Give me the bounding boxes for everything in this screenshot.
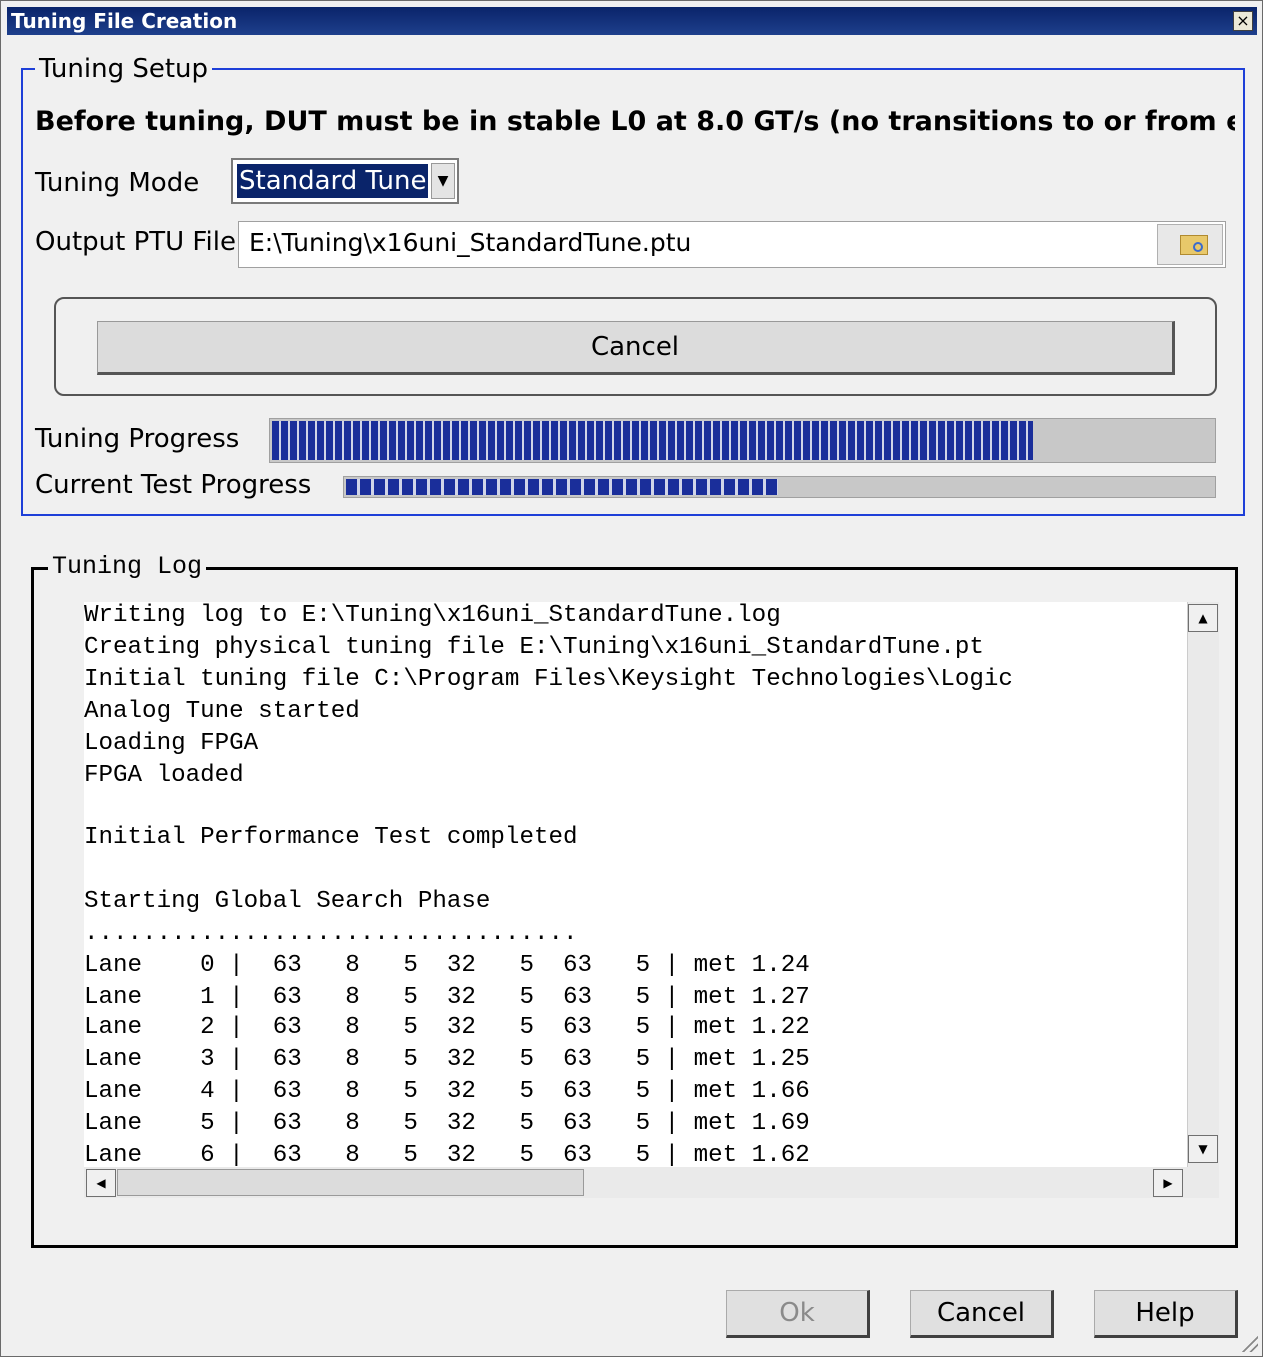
log-line: Starting Global Search Phase [84, 888, 491, 915]
vertical-scrollbar[interactable]: ▲ ▼ [1187, 602, 1219, 1167]
log-line: FPGA loaded [84, 762, 244, 789]
scroll-up-icon[interactable]: ▲ [1188, 604, 1218, 632]
scroll-right-icon[interactable]: ▶ [1153, 1169, 1183, 1197]
tuning-mode-value: Standard Tune [235, 163, 430, 199]
scroll-down-icon[interactable]: ▼ [1188, 1135, 1218, 1163]
tuning-progress-bar [269, 418, 1216, 463]
tuning-log-legend: Tuning Log [48, 552, 207, 581]
log-line: .................................. [84, 920, 578, 947]
title-bar[interactable]: Tuning File Creation × [7, 7, 1257, 35]
log-line: Analog Tune started [84, 698, 360, 725]
cancel-tuning-button[interactable]: Cancel [97, 321, 1175, 375]
test-progress-bar [343, 476, 1216, 498]
log-line: Lane 1 | 63 8 5 32 5 63 5 | met 1.27 [84, 984, 810, 1011]
tuning-setup-legend: Tuning Setup [35, 54, 213, 84]
log-line: Lane 0 | 63 8 5 32 5 63 5 | met 1.24 [84, 952, 810, 979]
cancel-frame: Cancel [54, 297, 1217, 396]
window-title: Tuning File Creation [11, 9, 238, 33]
log-line: Loading FPGA [84, 730, 259, 757]
test-progress-label: Current Test Progress [35, 470, 312, 500]
cancel-button[interactable]: Cancel [910, 1290, 1054, 1338]
log-line: Initial Performance Test completed [84, 824, 578, 851]
test-progress-fill [346, 479, 778, 495]
tuning-mode-label: Tuning Mode [35, 168, 200, 198]
log-line: Lane 4 | 63 8 5 32 5 63 5 | met 1.66 [84, 1078, 810, 1105]
folder-browse-icon [1180, 235, 1208, 255]
tuning-progress-fill [272, 421, 1034, 460]
output-file-value: E:\Tuning\x16uni_StandardTune.ptu [249, 228, 692, 257]
tuning-progress-label: Tuning Progress [35, 424, 240, 454]
scroll-left-icon[interactable]: ◀ [86, 1169, 116, 1197]
ok-button[interactable]: Ok [726, 1290, 870, 1338]
log-line: Lane 6 | 63 8 5 32 5 63 5 | met 1.62 [84, 1142, 810, 1167]
chevron-down-icon[interactable]: ▼ [431, 163, 455, 199]
log-text-area[interactable]: Writing log to E:\Tuning\x16uni_Standard… [84, 602, 1187, 1167]
log-line: Lane 5 | 63 8 5 32 5 63 5 | met 1.69 [84, 1110, 810, 1137]
close-icon[interactable]: × [1233, 11, 1253, 31]
horizontal-scroll-thumb[interactable] [117, 1169, 584, 1196]
horizontal-scrollbar[interactable]: ◀ ▶ [84, 1167, 1187, 1198]
output-file-label: Output PTU File [35, 227, 236, 257]
resize-grip-icon[interactable] [1240, 1334, 1258, 1352]
tuning-log-group: Tuning Log Writing log to E:\Tuning\x16u… [31, 552, 1238, 1248]
log-line: Creating physical tuning file E:\Tuning\… [84, 634, 984, 661]
scrollbar-corner [1187, 1167, 1219, 1198]
log-line: Initial tuning file C:\Program Files\Key… [84, 666, 1013, 693]
browse-button[interactable] [1157, 224, 1223, 265]
warning-text: Before tuning, DUT must be in stable L0 … [35, 106, 1235, 137]
log-line: Writing log to E:\Tuning\x16uni_Standard… [84, 602, 781, 629]
log-line: Lane 3 | 63 8 5 32 5 63 5 | met 1.25 [84, 1046, 810, 1073]
help-button[interactable]: Help [1094, 1290, 1238, 1338]
dialog-window: Tuning File Creation × Tuning Setup Befo… [0, 0, 1263, 1357]
output-file-field[interactable]: E:\Tuning\x16uni_StandardTune.ptu [238, 221, 1226, 268]
tuning-mode-select[interactable]: Standard Tune ▼ [231, 158, 459, 204]
log-line: Lane 2 | 63 8 5 32 5 63 5 | met 1.22 [84, 1014, 810, 1041]
tuning-setup-group: Tuning Setup Before tuning, DUT must be … [21, 54, 1245, 516]
